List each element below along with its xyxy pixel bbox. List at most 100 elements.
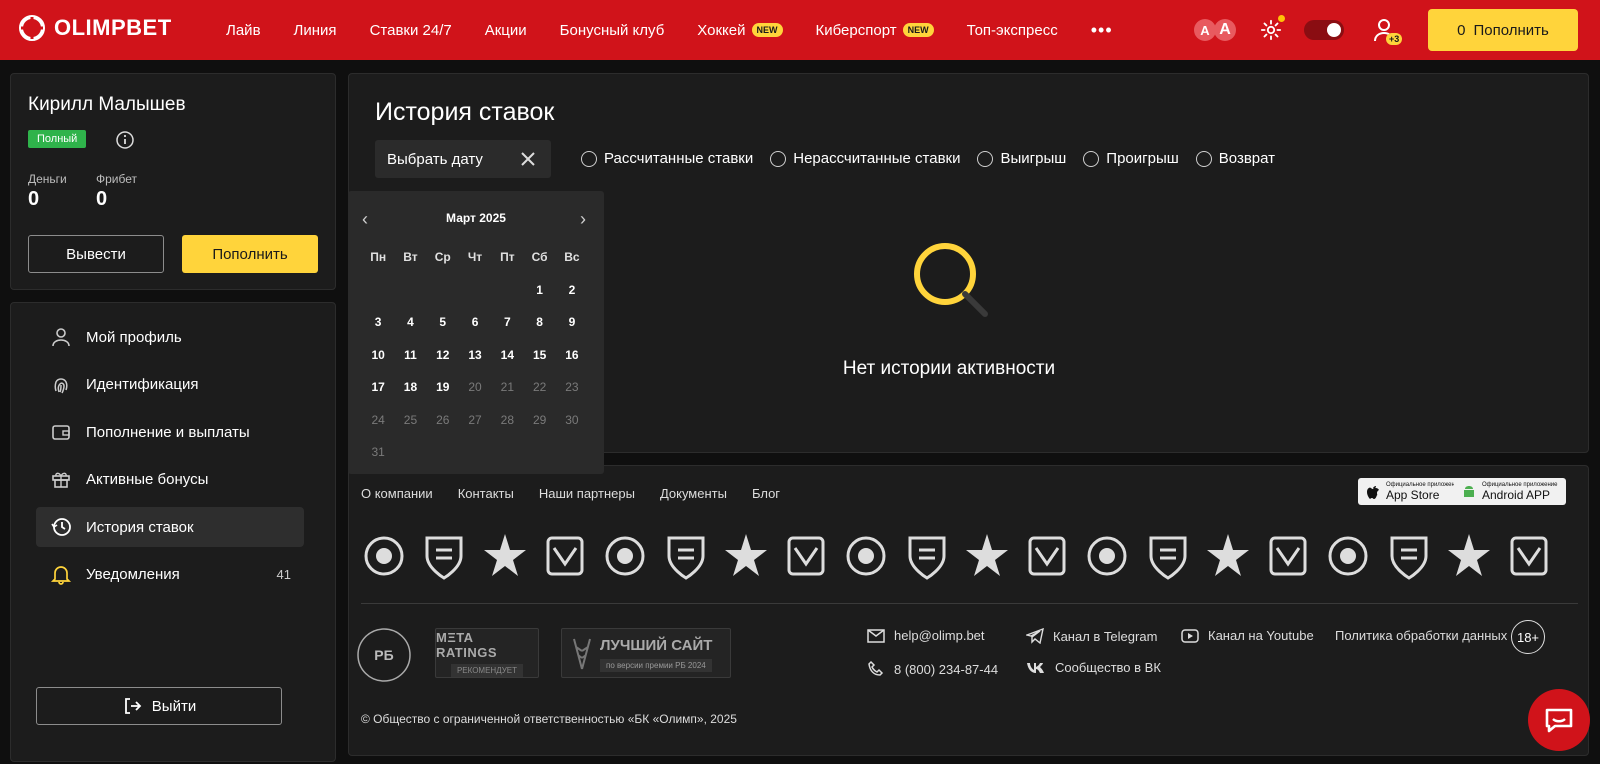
club-logo-0[interactable] <box>361 528 407 584</box>
footer-link-0[interactable]: О компании <box>361 486 433 501</box>
weekday-header: Вт <box>403 250 418 265</box>
calendar-day[interactable]: 16 <box>556 339 588 372</box>
header-deposit-button[interactable]: 0 Пополнить <box>1428 9 1578 51</box>
next-month-icon[interactable]: › <box>580 209 586 230</box>
olimpbet-logo[interactable]: OLIMPBET <box>18 14 172 42</box>
nav-item-3[interactable]: Акции <box>485 22 527 39</box>
calendar-day[interactable]: 2 <box>556 274 588 307</box>
menu-item-0[interactable]: Мой профиль <box>36 317 304 357</box>
vk-link[interactable]: Сообщество в ВК <box>1026 660 1161 675</box>
deposit-button[interactable]: Пополнить <box>182 235 318 273</box>
calendar-day[interactable]: 5 <box>427 306 459 339</box>
club-logo-6[interactable] <box>723 528 769 584</box>
privacy-policy-link[interactable]: Политика обработки данных <box>1335 628 1507 643</box>
logout-label: Выйти <box>151 697 197 715</box>
support-chat-button[interactable] <box>1528 689 1590 751</box>
calendar-day[interactable]: 14 <box>491 339 523 372</box>
menu-item-2[interactable]: Пополнение и выплаты <box>36 412 304 452</box>
filter-option-3[interactable]: Проигрыш <box>1083 150 1179 167</box>
radio-button[interactable] <box>977 150 994 167</box>
menu-item-4[interactable]: История ставок <box>36 507 304 547</box>
club-logo-7[interactable] <box>783 528 829 584</box>
club-logo-14[interactable] <box>1205 528 1251 584</box>
club-logo-2[interactable] <box>482 528 528 584</box>
filter-option-0[interactable]: Рассчитанные ставки <box>581 150 753 167</box>
calendar-day[interactable]: 1 <box>523 274 555 307</box>
calendar-day[interactable]: 7 <box>491 306 523 339</box>
club-logo-8[interactable] <box>843 528 889 584</box>
menu-item-3[interactable]: Активные бонусы <box>36 459 304 499</box>
laurel-icon <box>573 638 591 670</box>
club-logo-17[interactable] <box>1386 528 1432 584</box>
calendar-day[interactable]: 11 <box>394 339 426 372</box>
club-logo-13[interactable] <box>1145 528 1191 584</box>
club-logo-12[interactable] <box>1084 528 1130 584</box>
info-icon[interactable] <box>115 130 135 150</box>
calendar-day[interactable]: 8 <box>523 306 555 339</box>
theme-toggle[interactable] <box>1304 20 1344 40</box>
youtube-link[interactable]: Канал на Youtube <box>1181 628 1314 643</box>
weekday-header: Сб <box>531 250 548 265</box>
club-logo-16[interactable] <box>1325 528 1371 584</box>
calendar-day[interactable]: 19 <box>427 371 459 404</box>
date-picker-input[interactable]: Выбрать дату <box>375 140 551 178</box>
radio-button[interactable] <box>1083 150 1100 167</box>
app-store-button[interactable]: Официальное приложение App Store <box>1358 478 1470 505</box>
footer-link-4[interactable]: Блог <box>752 486 780 501</box>
club-logo-15[interactable] <box>1265 528 1311 584</box>
club-logo-5[interactable] <box>663 528 709 584</box>
radio-button[interactable] <box>770 150 787 167</box>
withdraw-button[interactable]: Вывести <box>28 235 164 273</box>
club-logo-19[interactable] <box>1506 528 1552 584</box>
menu-item-1[interactable]: Идентификация <box>36 364 304 404</box>
nav-item-7[interactable]: Топ-экспресс <box>967 22 1058 39</box>
logout-button[interactable]: Выйти <box>36 687 282 725</box>
nav-item-5[interactable]: Хоккей NEW <box>697 22 783 39</box>
club-logo-4[interactable] <box>602 528 648 584</box>
font-small-icon: A <box>1194 19 1216 41</box>
clear-date-icon[interactable] <box>519 150 537 168</box>
calendar-day[interactable]: 4 <box>394 306 426 339</box>
calendar-day[interactable]: 10 <box>362 339 394 372</box>
calendar-day[interactable]: 15 <box>523 339 555 372</box>
filter-option-4[interactable]: Возврат <box>1195 150 1275 167</box>
club-logo-10[interactable] <box>964 528 1010 584</box>
club-logo-1[interactable] <box>421 528 467 584</box>
gift-icon <box>52 472 70 488</box>
nav-item-1[interactable]: Линия <box>294 22 337 39</box>
gear-icon[interactable] <box>1260 19 1282 41</box>
nav-item-4[interactable]: Бонусный клуб <box>560 22 665 39</box>
footer-link-3[interactable]: Документы <box>660 486 727 501</box>
font-size-toggle[interactable]: A A <box>1194 19 1236 41</box>
footer-link-2[interactable]: Наши партнеры <box>539 486 635 501</box>
club-logo-18[interactable] <box>1446 528 1492 584</box>
club-logo-11[interactable] <box>1024 528 1070 584</box>
calendar-day[interactable]: 13 <box>459 339 491 372</box>
more-menu-icon[interactable]: ••• <box>1091 20 1113 41</box>
telegram-link[interactable]: Канал в Telegram <box>1026 628 1157 644</box>
calendar-day[interactable]: 17 <box>362 371 394 404</box>
nav-item-0[interactable]: Лайв <box>226 22 261 39</box>
nav-item-6[interactable]: Киберспорт NEW <box>816 22 934 39</box>
filter-option-1[interactable]: Нерассчитанные ставки <box>770 150 960 167</box>
radio-button[interactable] <box>581 150 597 167</box>
club-logo-9[interactable] <box>904 528 950 584</box>
phone-link[interactable]: 8 (800) 234-87-44 <box>867 660 998 678</box>
calendar-day[interactable]: 6 <box>459 306 491 339</box>
footer-link-1[interactable]: Контакты <box>458 486 514 501</box>
calendar-day[interactable]: 3 <box>362 306 394 339</box>
calendar-day[interactable]: 9 <box>556 306 588 339</box>
rb-rating-seal-icon: РБ <box>357 628 411 682</box>
filter-option-2[interactable]: Выигрыш <box>977 150 1066 167</box>
nav-item-2[interactable]: Ставки 24/7 <box>370 22 452 39</box>
email-link[interactable]: help@olimp.bet <box>867 628 985 643</box>
club-logo-3[interactable] <box>542 528 588 584</box>
filter-label: Нерассчитанные ставки <box>793 150 961 167</box>
calendar-day[interactable]: 18 <box>394 371 426 404</box>
bell-icon <box>50 566 72 585</box>
calendar-day[interactable]: 12 <box>427 339 459 372</box>
radio-button[interactable] <box>1195 150 1212 167</box>
best-site-sub: по версии премии РБ 2024 <box>600 659 712 672</box>
android-app-button[interactable]: Официальное приложение Android APP <box>1454 478 1566 505</box>
menu-item-5[interactable]: Уведомления 41 <box>36 554 304 594</box>
